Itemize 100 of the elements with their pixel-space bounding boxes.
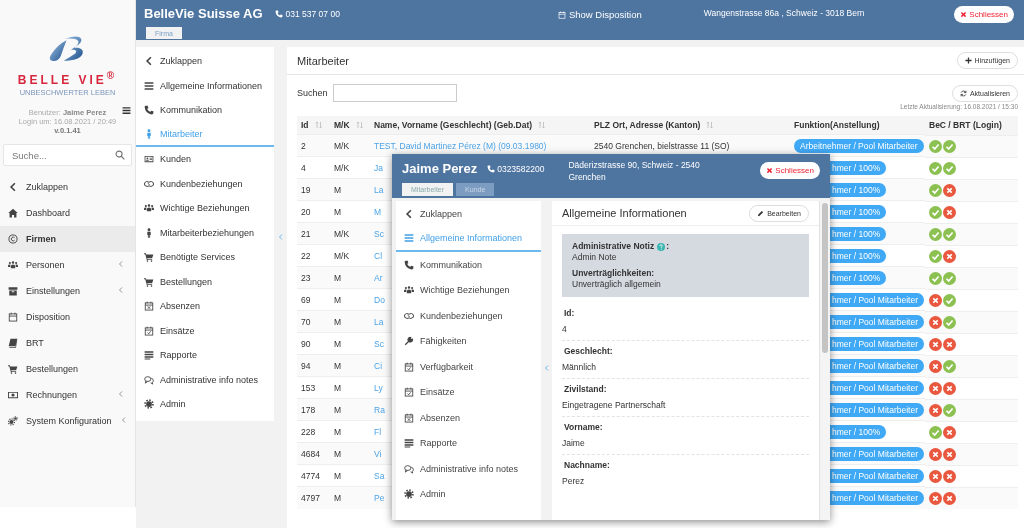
role-badge: hmer / Pool Mitarbeiter [830,402,924,417]
menu-item[interactable]: Admin [396,481,541,507]
table-cell: 19 [297,178,330,201]
note-label: Unverträglichkeiten: [572,268,656,279]
wrench-icon [404,336,414,347]
menu-item[interactable]: Kommunikation [396,252,541,278]
close-icon [766,167,774,174]
calendar-icon [404,387,414,398]
chat-icon [404,463,414,474]
copyright-icon [8,234,18,244]
sidebar-item[interactable]: BRT [0,330,135,356]
menu-item[interactable]: Wichtige Beziehungen [136,196,274,221]
sidebar-item[interactable]: Disposition [0,304,135,330]
calendar-icon [557,10,566,19]
field-value: Jaime [562,438,585,448]
menu-item[interactable]: Zuklappen [136,49,274,74]
table-cell: M [330,178,370,201]
role-badge: hmer / Pool Mitarbeiter [830,446,924,461]
cart-icon [144,276,154,287]
home-icon [8,208,18,218]
menu-item[interactable]: Admin [136,392,274,417]
column-header[interactable]: PLZ Ort, Adresse (Kanton) [590,116,790,135]
menu-item[interactable]: Kommunikation [136,98,274,123]
panel-title: Allgemeine Informationen [562,207,687,219]
menu-item[interactable]: Rapporte [136,343,274,368]
scrollbar-thumb[interactable] [822,203,828,353]
menu-item[interactable]: Kundenbeziehungen [396,303,541,329]
id-card-icon [144,154,154,165]
table-cell: 70 [297,310,330,333]
sidebar-item[interactable]: Einstellungen [0,278,135,304]
field-label: Vorname: [564,422,603,432]
phone-icon [274,10,283,18]
field-value: Perez [562,476,585,486]
menu-item[interactable]: Rapporte [396,430,541,456]
cart-icon [144,252,154,263]
calendar-icon [404,412,414,423]
menu-item[interactable]: Mitarbeiterbeziehungen [136,220,274,245]
search-field[interactable] [332,84,457,102]
sort-icon [314,121,323,129]
close-button[interactable]: Schliessen [954,6,1014,23]
table-cell: 21 [297,222,330,245]
menu-item[interactable]: Verfügbarkeit [396,354,541,380]
note-text: Unverträglich allgemein [572,279,662,290]
column-header[interactable]: Id [297,116,330,135]
menu-item[interactable]: Kundenbeziehungen [136,171,274,196]
show-disposition-link[interactable]: Show Disposition [557,9,642,20]
company-title: BelleVie Suisse AG [144,6,263,21]
role-badge: hmer / Pool Mitarbeiter [830,468,924,483]
table-cell: 2540 Grenchen, bielstrasse 11 (SO) [594,140,730,151]
menu-item[interactable]: Einsätze [396,379,541,405]
table-cell: M [330,354,370,377]
sidebar-item[interactable]: System Konfiguration [0,408,135,434]
person-icon [144,128,154,139]
menu-item[interactable]: Zuklappen [396,201,541,227]
plus-icon [964,57,972,64]
menu-item[interactable]: Administrative info notes [396,456,541,482]
role-badge: hmer / 100% [830,248,887,263]
person-icon [144,227,154,238]
sidebar-item[interactable]: Bestellungen [0,356,135,382]
menu-icon [144,80,154,91]
sort-icon [538,121,547,129]
chevron-left-icon [8,182,18,192]
menu-item[interactable]: Absenzen [136,294,274,319]
menu-item[interactable]: Fähigkeiten [396,328,541,354]
column-header[interactable]: Funktion(Anstellung) [790,116,925,135]
chat-icon [144,374,154,385]
close-button[interactable]: Schliessen [760,162,820,179]
sidebar-item[interactable]: Dashboard [0,200,135,226]
menu-item[interactable]: Administrative info notes [136,367,274,392]
people-icon [8,260,18,270]
chevron-left-icon [144,56,154,67]
panel-title: Mitarbeiter [297,54,349,67]
menu-item[interactable]: Absenzen [396,405,541,431]
menu-item[interactable]: Einsätze [136,318,274,343]
refresh-icon [959,89,967,97]
help-icon[interactable] [657,242,666,251]
column-header[interactable]: M/K [330,116,370,135]
role-badge: hmer / 100% [830,204,887,219]
sidebar-item[interactable]: Zuklappen [0,174,135,200]
sidebar-item[interactable]: Firmen [0,226,135,252]
sidebar-item[interactable]: Rechnungen [0,382,135,408]
menu-item[interactable]: Wichtige Beziehungen [396,277,541,303]
menu-item[interactable]: Allgemeine Informationen [136,73,274,98]
menu-item[interactable]: Kunden [136,147,274,172]
role-badge: hmer / 100% [830,182,887,197]
company-address: Wangenstrasse 86a , Schweiz - 3018 Bern [703,8,865,18]
column-header[interactable]: BeC / BRT (Login) [925,116,1018,135]
phone-number: 0323582200 [497,164,545,174]
table-cell: M [330,486,370,509]
note-label: Administrative Notiz [572,241,655,252]
menu-item[interactable]: Benötigte Services [136,245,274,270]
phone-icon [144,105,154,116]
phone-icon [487,165,496,173]
caret-icon [119,416,128,424]
sidebar-item[interactable]: Personen [0,252,135,278]
sort-icon [706,121,715,129]
note-text: Admin Note [572,252,618,263]
search-field[interactable]: Suche... [3,144,132,166]
column-header[interactable]: Name, Vorname (Geschlecht) (Geb.Dat) [370,116,590,135]
menu-item[interactable]: Bestellungen [136,269,274,294]
